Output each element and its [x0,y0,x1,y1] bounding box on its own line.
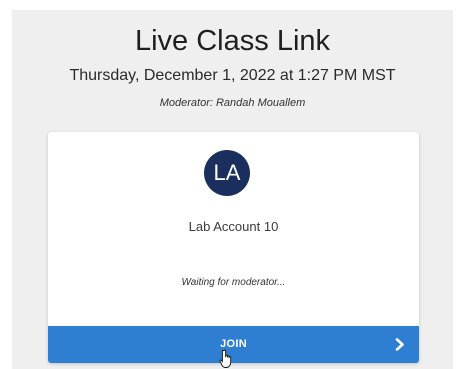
chevron-right-icon [394,338,406,351]
status-message: Waiting for moderator... [181,277,286,288]
moderator-name: Moderator: Randah Mouallem [159,97,306,109]
class-datetime: Thursday, December 1, 2022 at 1:27 PM MS… [69,67,396,84]
page-title: Live Class Link [134,25,331,57]
avatar: LA [204,150,250,196]
join-button[interactable]: JOIN [48,326,419,363]
join-card: LA Lab Account 10 Waiting for moderator.… [48,132,419,363]
join-button-label: JOIN [220,338,247,350]
hand-cursor-icon [219,349,232,368]
live-class-panel: Live Class Link Thursday, December 1, 20… [12,10,453,369]
account-name: Lab Account 10 [188,219,279,234]
